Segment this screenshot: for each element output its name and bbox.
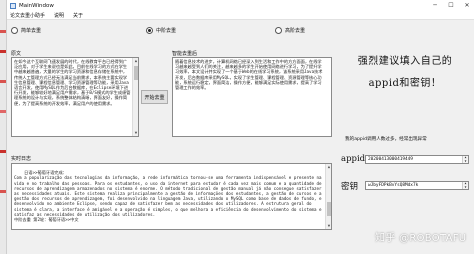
- radio-simple[interactable]: 简单去重: [11, 27, 41, 34]
- log-scrollbar[interactable]: ▲ ▼: [325, 164, 331, 229]
- radio-advanced[interactable]: 高阶去重: [275, 27, 305, 34]
- key-value: wJbyFDPkBvYsQ8Mdx7k: [368, 183, 419, 188]
- mode-radio-group: 简单去重 中阶去重 高阶去重: [7, 27, 347, 37]
- menu-item-help[interactable]: 说明: [54, 12, 64, 19]
- advice-headline-2: appid和密钥！: [368, 78, 442, 89]
- close-icon[interactable]: ✕: [459, 0, 474, 11]
- log-scroll-up-icon[interactable]: ▲: [326, 164, 331, 170]
- appid-warning-text: 我的appid调用人数过多，经常出现异常: [345, 137, 427, 142]
- scroll-up-icon[interactable]: ▲: [133, 58, 138, 64]
- menu-item-about[interactable]: 关于: [73, 12, 83, 19]
- appid-label: appid: [341, 154, 366, 164]
- key-label: 密钥: [341, 182, 359, 192]
- result-textarea[interactable]: 随着信息技术的进步，计算机网络已经深入到生活和工作中的方方面面，在线学习越来越受…: [172, 57, 332, 137]
- start-dedupe-button[interactable]: 开始去重: [141, 90, 168, 104]
- title-bar: MainWindow ─ ☐ ✕: [7, 0, 474, 11]
- radio-medium[interactable]: 中阶去重: [146, 27, 176, 34]
- source-scrollbar[interactable]: ▲ ▼: [132, 58, 138, 136]
- result-text: 随着信息技术的进步，计算机网络已经深入到生活和工作中的方方面面，在线学习越来越受…: [175, 59, 323, 91]
- main-window: MainWindow ─ ☐ ✕ 论文去重小助手 说明 关于 简单去重 中阶去重…: [6, 0, 474, 254]
- appid-input[interactable]: 20200413000419449 ▲ ▼: [365, 155, 469, 164]
- key-input[interactable]: wJbyFDPkBvYsQ8Mdx7k ▲ ▼: [365, 181, 469, 190]
- log-scroll-thumb[interactable]: [327, 202, 331, 216]
- radio-label-advanced: 高阶去重: [285, 28, 306, 34]
- log-label: 实时日志: [11, 156, 32, 162]
- radio-label-medium: 中阶去重: [156, 28, 177, 34]
- menu-item-assistant[interactable]: 论文去重小助手: [10, 12, 45, 19]
- log-text: 日语>>葡萄牙语完成： Com a popularização das tecn…: [14, 170, 322, 223]
- advice-headline-1: 强烈建议填入自己的: [357, 56, 453, 67]
- scroll-down-icon[interactable]: ▼: [133, 130, 138, 136]
- appid-value: 20200413000419449: [368, 157, 413, 162]
- radio-dot-advanced[interactable]: [275, 27, 282, 34]
- window-title: MainWindow: [19, 2, 54, 9]
- appid-spin-icon[interactable]: ▲ ▼: [462, 156, 468, 163]
- radio-dot-simple[interactable]: [11, 27, 18, 34]
- source-label: 原文: [11, 51, 22, 57]
- maximize-icon[interactable]: ☐: [443, 0, 459, 11]
- scroll-thumb[interactable]: [134, 66, 138, 80]
- key-spin-icon[interactable]: ▲ ▼: [462, 182, 468, 189]
- log-textarea[interactable]: 日语>>葡萄牙语完成： Com a popularização das tecn…: [11, 163, 332, 230]
- radio-dot-medium[interactable]: [146, 27, 153, 34]
- source-textarea[interactable]: 在如今这个互联网飞速发展的时代，在线教育平台已经得到广泛应用，对于学生来说也是如…: [11, 57, 139, 137]
- radio-label-simple: 简单去重: [21, 28, 42, 34]
- log-scroll-down-icon[interactable]: ▼: [326, 223, 331, 229]
- source-text: 在如今这个互联网飞速发展的时代，在线教育平台已经得到广泛应用，对于学生来说也是如…: [14, 59, 131, 106]
- result-label: 智能去重后: [172, 51, 198, 57]
- app-window-icon: [10, 2, 16, 9]
- menu-bar: 论文去重小助手 说明 关于: [7, 11, 474, 20]
- minimize-icon[interactable]: ─: [427, 0, 443, 11]
- watermark: 知乎 @ROBOTAFU: [375, 233, 467, 244]
